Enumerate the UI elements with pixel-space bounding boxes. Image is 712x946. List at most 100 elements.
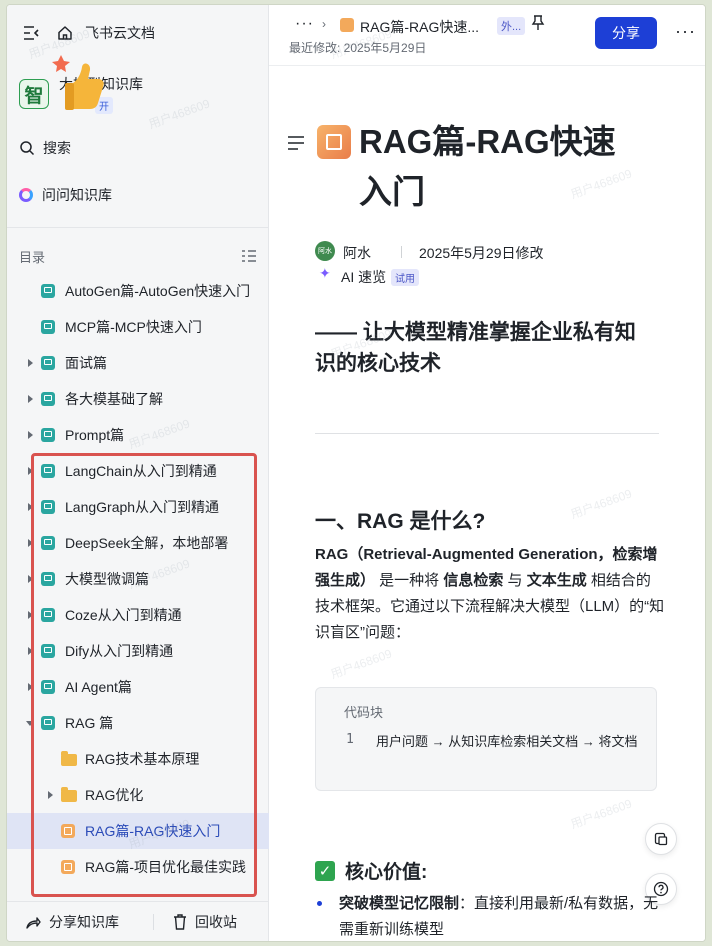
share-button[interactable]: 分享 bbox=[595, 17, 657, 49]
author-name[interactable]: 阿水 bbox=[343, 243, 371, 263]
intro-paragraph: RAG（Retrieval-Augmented Generation，检索增强生… bbox=[315, 542, 665, 646]
doc-icon bbox=[41, 644, 55, 658]
app-window: 飞书云文档 智 大模型知识库 开 搜索 问问知识库 目录 AutoGen篇-Au… bbox=[6, 4, 706, 942]
tree-item-label: Prompt篇 bbox=[65, 427, 125, 443]
caret-right-icon[interactable] bbox=[25, 394, 35, 404]
brand-name[interactable]: 飞书云文档 bbox=[85, 23, 155, 43]
document-title-line2: 入门 bbox=[359, 173, 425, 210]
caret-right-icon[interactable] bbox=[45, 790, 55, 800]
doc-icon bbox=[41, 356, 55, 370]
check-mark-icon: ✓ bbox=[315, 860, 335, 881]
caret-down-icon[interactable] bbox=[25, 718, 35, 728]
tree-subitem[interactable]: RAG篇-RAG快速入门 bbox=[7, 813, 269, 849]
tree-item[interactable]: Prompt篇 bbox=[7, 417, 269, 453]
caret-right-icon[interactable] bbox=[25, 430, 35, 440]
tree-item[interactable]: Dify从入门到精通 bbox=[7, 633, 269, 669]
caret-right-icon[interactable] bbox=[25, 502, 35, 512]
tree-item-label: RAG篇-RAG快速入门 bbox=[85, 823, 221, 839]
tree-subitem[interactable]: RAG篇-项目优化最佳实践 bbox=[7, 849, 269, 885]
tree-item-label: 大模型微调篇 bbox=[65, 571, 149, 587]
recycle-bin-label: 回收站 bbox=[195, 913, 237, 930]
ask-knowledge-base[interactable]: 问问知识库 bbox=[13, 181, 112, 209]
rag-doc-icon bbox=[61, 824, 75, 838]
document-title-line1: RAG篇-RAG快速 bbox=[359, 123, 616, 160]
more-options-button[interactable]: ··· bbox=[675, 21, 696, 42]
para-text: 与 bbox=[503, 572, 527, 589]
header-divider bbox=[269, 65, 705, 66]
sidebar-divider bbox=[7, 227, 269, 228]
breadcrumb-title[interactable]: RAG篇-RAG快速... bbox=[360, 17, 479, 37]
collapse-sidebar-icon[interactable] bbox=[19, 21, 43, 45]
author-avatar[interactable]: 阿水 bbox=[315, 241, 335, 261]
caret-right-icon[interactable] bbox=[25, 538, 35, 548]
code-line-number: 1 bbox=[346, 732, 354, 747]
tree-item[interactable]: MCP篇-MCP快速入门 bbox=[7, 309, 269, 345]
thumbs-up-sticker-icon bbox=[52, 55, 104, 110]
knowledge-base-logo[interactable]: 智 bbox=[19, 79, 49, 109]
tree-item-label: Coze从入门到精通 bbox=[65, 607, 182, 623]
tree-item-label: RAG技术基本原理 bbox=[85, 751, 200, 767]
doc-icon bbox=[41, 284, 55, 298]
share-knowledge-base-button[interactable]: 分享知识库 bbox=[25, 912, 119, 932]
home-icon[interactable] bbox=[53, 21, 77, 45]
doc-icon bbox=[41, 536, 55, 550]
tree-item[interactable]: Coze从入门到精通 bbox=[7, 597, 269, 633]
meta-separator bbox=[401, 246, 402, 258]
pin-icon[interactable] bbox=[531, 15, 545, 31]
tree-item-label: LangGraph从入门到精通 bbox=[65, 499, 220, 515]
share-knowledge-base-label: 分享知识库 bbox=[49, 913, 119, 930]
sidebar: 飞书云文档 智 大模型知识库 开 搜索 问问知识库 目录 AutoGen篇-Au… bbox=[7, 5, 269, 941]
tree-item[interactable]: 大模型微调篇 bbox=[7, 561, 269, 597]
tree-item[interactable]: LangGraph从入门到精通 bbox=[7, 489, 269, 525]
para-bold-generation: 文本生成 bbox=[526, 572, 587, 589]
document-icon bbox=[340, 18, 354, 32]
caret-right-icon[interactable] bbox=[25, 466, 35, 476]
code-line: 用户问题 → 从知识库检索相关文档 → 将文档 bbox=[376, 734, 638, 749]
caret-right-icon[interactable] bbox=[25, 610, 35, 620]
section-heading-1: 一、RAG 是什么? bbox=[315, 510, 486, 533]
toc-options-icon[interactable] bbox=[241, 249, 257, 263]
tree-item[interactable]: AI Agent篇 bbox=[7, 669, 269, 705]
caret-right-icon[interactable] bbox=[25, 646, 35, 656]
caret-right-icon[interactable] bbox=[25, 574, 35, 584]
code-block-title: 代码块 bbox=[344, 705, 384, 720]
search-box[interactable]: 搜索 bbox=[13, 133, 261, 163]
tree-item-label: RAG 篇 bbox=[65, 715, 114, 731]
tree-item-label: DeepSeek全解，本地部署 bbox=[65, 535, 229, 551]
caret-right-icon[interactable] bbox=[25, 682, 35, 692]
watermark: 用户468609 bbox=[568, 486, 634, 522]
caret-right-icon[interactable] bbox=[25, 358, 35, 368]
doc-title-icon bbox=[317, 125, 351, 159]
sidebar-footer: 分享知识库 回收站 bbox=[7, 901, 269, 941]
tree-item[interactable]: RAG 篇 bbox=[7, 705, 269, 741]
document-subtitle: —— 让大模型精准掌握企业私有知识的核心技术 bbox=[315, 321, 636, 375]
doc-icon bbox=[41, 500, 55, 514]
ask-knowledge-base-label: 问问知识库 bbox=[42, 187, 112, 203]
doc-icon bbox=[41, 572, 55, 586]
doc-icon bbox=[41, 320, 55, 334]
last-modified: 最近修改: 2025年5月29日 bbox=[289, 41, 427, 55]
code-block[interactable]: 代码块 1 用户问题 → 从知识库检索相关文档 → 将文档 bbox=[315, 687, 657, 791]
doc-icon bbox=[41, 428, 55, 442]
section-heading-2: ✓ 核心价值: bbox=[315, 857, 427, 884]
tree-item-label: AutoGen篇-AutoGen快速入门 bbox=[65, 283, 251, 299]
recycle-bin-button[interactable]: 回收站 bbox=[173, 912, 237, 932]
bullet-dot bbox=[317, 901, 322, 906]
tree-subitem[interactable]: RAG技术基本原理 bbox=[7, 741, 269, 777]
tree-item[interactable]: 各大模基础了解 bbox=[7, 381, 269, 417]
comment-float-button[interactable] bbox=[645, 823, 677, 855]
breadcrumb-more[interactable]: ··· bbox=[295, 15, 314, 33]
ai-summary-label[interactable]: AI 速览 bbox=[341, 267, 386, 287]
tree-item-label: 各大模基础了解 bbox=[65, 391, 163, 407]
chevron-right-icon: › bbox=[322, 17, 326, 31]
tree-item[interactable]: LangChain从入门到精通 bbox=[7, 453, 269, 489]
tree-item[interactable]: AutoGen篇-AutoGen快速入门 bbox=[7, 273, 269, 309]
toc-label: 目录 bbox=[19, 249, 46, 265]
outline-menu-icon[interactable] bbox=[287, 135, 305, 151]
tree-item[interactable]: DeepSeek全解，本地部署 bbox=[7, 525, 269, 561]
breadcrumb-tag: 外... bbox=[497, 17, 526, 35]
ai-trial-tag: 试用 bbox=[391, 269, 419, 286]
tree-item[interactable]: 面试篇 bbox=[7, 345, 269, 381]
trash-icon bbox=[174, 913, 186, 930]
tree-subitem[interactable]: RAG优化 bbox=[7, 777, 269, 813]
